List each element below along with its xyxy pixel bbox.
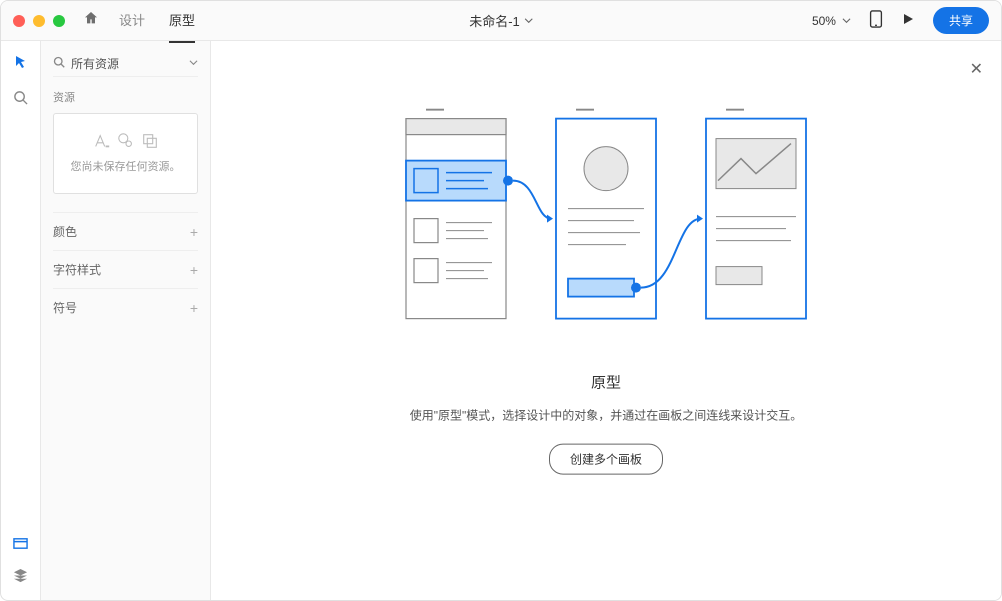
asset-placeholder-icons: [62, 132, 189, 150]
asset-well: 您尚未保存任何资源。: [53, 113, 198, 194]
panel-symbols-label: 符号: [53, 299, 77, 316]
document-title[interactable]: 未命名-1: [469, 11, 533, 30]
chevron-down-icon: [842, 16, 851, 25]
share-button[interactable]: 共享: [933, 7, 989, 34]
plus-icon: +: [190, 300, 198, 316]
create-artboards-button[interactable]: 创建多个画板: [549, 443, 663, 474]
traffic-lights: [13, 15, 65, 27]
assets-panel-icon[interactable]: [13, 536, 28, 554]
assets-empty-text: 您尚未保存任何资源。: [62, 160, 189, 175]
minimize-window-button[interactable]: [33, 15, 45, 27]
search-icon[interactable]: [13, 90, 28, 108]
plus-icon: +: [190, 224, 198, 240]
assets-filter[interactable]: 所有资源: [53, 51, 198, 77]
color-swatch-icon: [117, 132, 135, 150]
maximize-window-button[interactable]: [53, 15, 65, 27]
titlebar: 设计 原型 未命名-1 50% 共享: [1, 1, 1001, 41]
titlebar-right-controls: 50% 共享: [812, 7, 989, 34]
onboarding-heading: 原型: [396, 371, 816, 392]
panel-char-styles-label: 字符样式: [53, 261, 101, 278]
layers-panel-icon[interactable]: [13, 568, 28, 586]
close-icon[interactable]: ✕: [970, 59, 983, 79]
tab-design[interactable]: 设计: [119, 0, 145, 43]
home-icon[interactable]: [83, 10, 99, 31]
chevron-down-icon: [524, 16, 533, 25]
plus-icon: +: [190, 262, 198, 278]
close-window-button[interactable]: [13, 15, 25, 27]
select-tool-icon[interactable]: [14, 55, 28, 72]
assets-sidebar: 所有资源 资源 您尚未保存任何资源。 颜色 + 字符样式 +: [41, 41, 211, 600]
panel-symbols[interactable]: 符号 +: [53, 288, 198, 326]
panel-char-styles[interactable]: 字符样式 +: [53, 250, 198, 288]
document-title-text: 未命名-1: [469, 11, 520, 30]
app-window: 设计 原型 未命名-1 50% 共享: [0, 0, 1002, 601]
left-rail-bottom: [13, 536, 28, 600]
panel-colors[interactable]: 颜色 +: [53, 212, 198, 250]
play-icon[interactable]: [901, 12, 915, 29]
left-rail: [1, 41, 41, 600]
chevron-down-icon: [189, 58, 198, 70]
onboarding-description: 使用"原型"模式，选择设计中的对象，并通过在画板之间连线来设计交互。: [396, 406, 816, 425]
symbol-icon: [141, 132, 159, 150]
onboarding-panel: 原型 使用"原型"模式，选择设计中的对象，并通过在画板之间连线来设计交互。 创建…: [396, 108, 816, 474]
zoom-control[interactable]: 50%: [812, 14, 851, 28]
search-icon: [53, 56, 65, 71]
panel-colors-label: 颜色: [53, 223, 77, 240]
canvas: ✕: [211, 41, 1001, 600]
prototype-illustration: [396, 108, 816, 341]
tab-prototype[interactable]: 原型: [169, 0, 195, 43]
assets-heading: 资源: [53, 89, 198, 105]
mode-tabs: 设计 原型: [119, 0, 195, 43]
assets-filter-label: 所有资源: [71, 55, 183, 72]
zoom-value: 50%: [812, 14, 836, 28]
device-preview-icon[interactable]: [869, 10, 883, 31]
main-area: 所有资源 资源 您尚未保存任何资源。 颜色 + 字符样式 +: [1, 41, 1001, 600]
text-style-icon: [93, 132, 111, 150]
